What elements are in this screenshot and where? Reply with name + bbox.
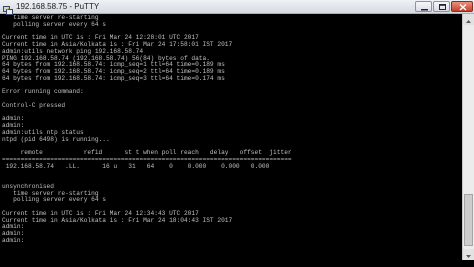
minimize-icon: [421, 9, 428, 11]
scroll-thumb[interactable]: [464, 194, 473, 246]
terminal-line: ntpd (pid 6498) is running...: [2, 135, 110, 143]
terminal-line: admin:: [2, 115, 25, 123]
terminal-line: admin:: [2, 223, 25, 231]
window-title: 192.168.58.75 - PuTTY: [16, 2, 100, 11]
scroll-up-button[interactable]: [463, 14, 474, 25]
terminal-output[interactable]: time server re-starting polling server e…: [2, 15, 460, 260]
arrow-up-icon: [466, 20, 471, 23]
terminal-line: 192.168.58.74 .LL. 16 u 31 64 0 0.000 0.…: [2, 162, 270, 170]
terminal-line: Current time in Asia/Kolkata is : Fri Ma…: [2, 216, 233, 224]
terminal-line: Control-C pressed: [2, 101, 66, 109]
terminal-line: polling server every 64 s: [2, 196, 106, 204]
close-icon: [459, 3, 467, 11]
scroll-down-button[interactable]: [463, 249, 474, 260]
minimize-button[interactable]: [415, 1, 432, 12]
terminal-line: admin:: [2, 230, 25, 237]
terminal-line: 64 bytes from 192.168.58.74: icmp_seq=3 …: [2, 74, 225, 82]
title-bar[interactable]: 192.168.58.75 - PuTTY: [0, 0, 474, 15]
terminal-line: admin:: [2, 236, 25, 244]
maximize-icon: [439, 4, 446, 10]
close-button[interactable]: [451, 1, 473, 12]
arrow-down-icon: [466, 255, 471, 258]
terminal-line: polling server every 64 s: [2, 20, 106, 28]
putty-window: 192.168.58.75 - PuTTY time server re-sta…: [0, 0, 474, 260]
maximize-button[interactable]: [433, 1, 450, 12]
vertical-scrollbar[interactable]: [462, 14, 474, 260]
putty-icon[interactable]: [3, 2, 13, 15]
terminal-line: Error running command:: [2, 88, 84, 96]
